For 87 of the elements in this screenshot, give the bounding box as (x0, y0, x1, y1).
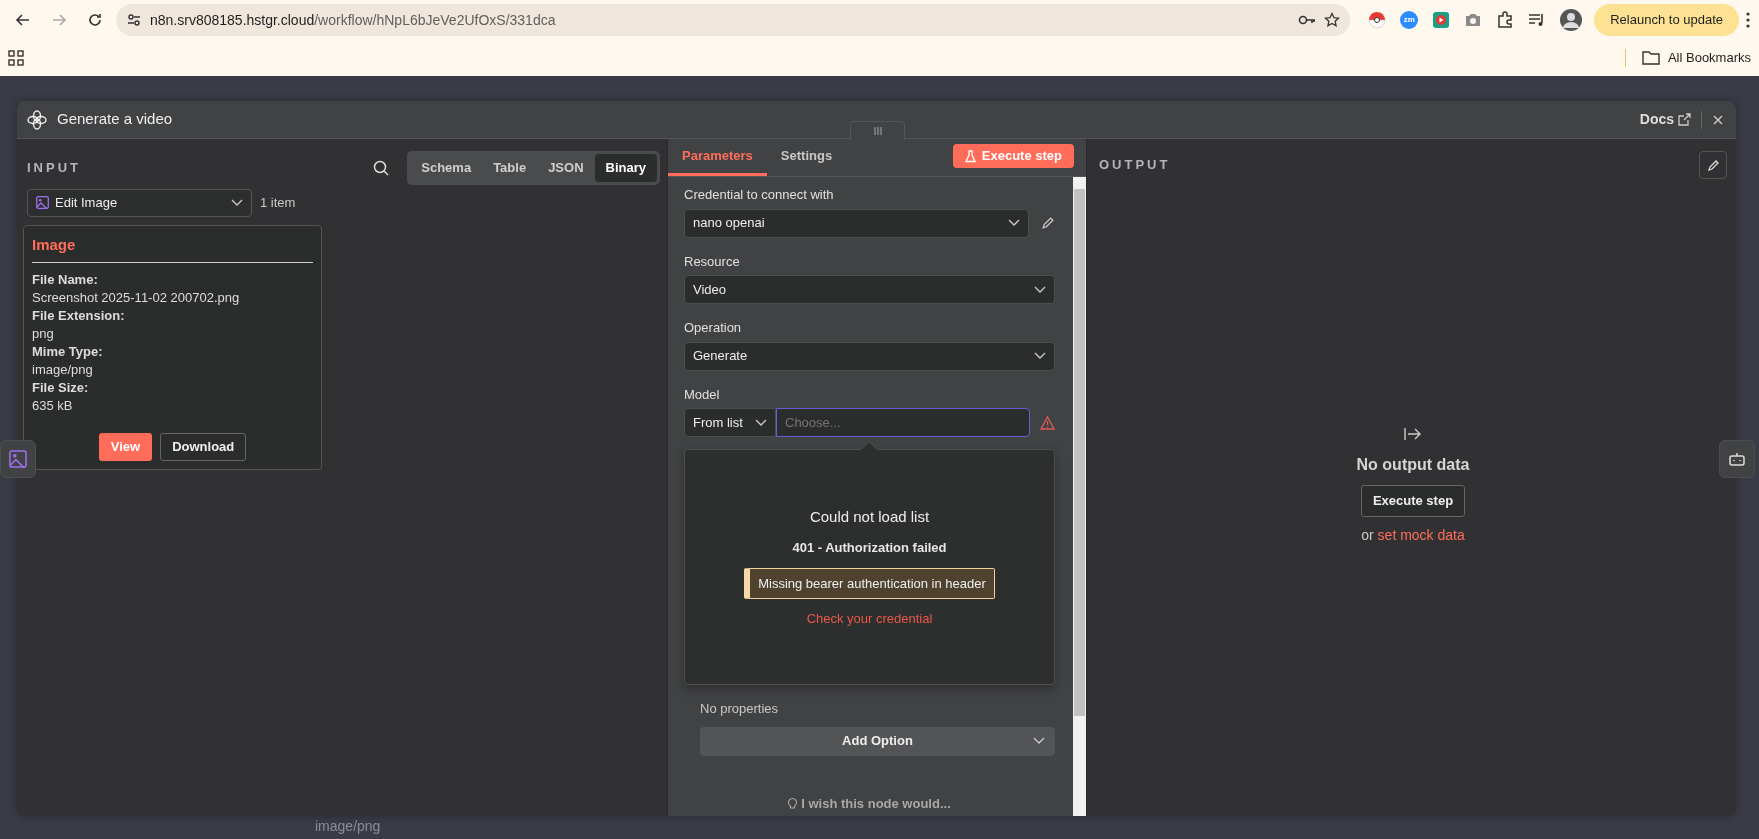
robot-icon (1728, 451, 1746, 467)
field-value: 635 kB (32, 397, 74, 415)
field-label: Mime Type: (32, 343, 104, 361)
field-value: png (32, 325, 55, 343)
background-text: image/png (315, 817, 381, 836)
logo-icon (27, 109, 47, 130)
model-input[interactable]: Choose... (776, 408, 1030, 437)
view-tab[interactable]: Binary (594, 154, 657, 182)
assistant-button[interactable] (1719, 440, 1755, 478)
drag-handle[interactable] (850, 121, 905, 140)
chevron-down-icon (231, 198, 243, 207)
panel-tab[interactable]: Parameters (668, 139, 767, 176)
pencil-icon[interactable] (1041, 216, 1055, 230)
reload-icon (87, 12, 103, 28)
download-button[interactable]: Download (160, 433, 247, 461)
item-count: 1 item (260, 193, 296, 212)
url-host: n8n.srv808185.hstgr.cloud (150, 11, 315, 28)
back-arrow-icon (15, 12, 31, 28)
node-select[interactable]: Edit Image (27, 188, 252, 217)
mock-data-hint: or set mock data (1361, 525, 1465, 545)
star-icon[interactable] (1324, 12, 1341, 28)
docs-link[interactable]: Docs (1639, 109, 1674, 130)
puzzle-icon[interactable] (1496, 11, 1515, 29)
chevron-down-icon (1034, 285, 1046, 294)
avatar-icon[interactable] (1560, 9, 1583, 31)
chevron-down-icon (1008, 219, 1020, 227)
field-value: image/png (32, 361, 94, 379)
dialog-title: Generate a video (57, 109, 173, 130)
key-icon[interactable] (1298, 13, 1317, 27)
close-icon[interactable] (1712, 113, 1724, 126)
field-label: File Extension: (32, 307, 126, 325)
grip-icon (873, 127, 882, 135)
site-info-icon[interactable] (126, 12, 142, 28)
arrow-right-icon (1404, 427, 1422, 441)
card-title: Image (32, 233, 313, 263)
field-label: File Size: (32, 379, 90, 397)
apps-grid-icon[interactable] (8, 50, 24, 66)
field-label: File Name: (32, 271, 99, 289)
chevron-down-icon (1034, 352, 1046, 360)
options-note: No properties (700, 700, 780, 718)
warning-icon (1040, 415, 1055, 430)
field-label: Operation (684, 319, 743, 337)
more-icon[interactable] (1745, 11, 1751, 29)
select-field[interactable]: Video (684, 275, 1055, 304)
credential-link[interactable]: Check your credential (806, 609, 933, 629)
address-bar[interactable]: n8n.srv808185.hstgr.cloud/workflow/hNpL6bJeVe2UfOxS/331dca (116, 4, 1351, 36)
url-path: /workflow/hNpL6bJeVe2UfOxS/331dca (314, 11, 556, 28)
search-icon[interactable] (373, 159, 390, 176)
image-icon (36, 196, 49, 209)
view-tab[interactable]: Table (482, 154, 538, 182)
mock-data-link[interactable]: set mock data (1377, 526, 1465, 543)
field-value: Screenshot 2025-11-02 200702.png (32, 289, 241, 307)
mode-select[interactable]: From list (684, 408, 776, 437)
error-title: Could not load list (809, 506, 930, 527)
add-option-button[interactable]: Add Option (700, 726, 1055, 756)
chevron-down-icon (755, 418, 767, 427)
empty-title: No output data (1356, 455, 1470, 475)
field-label: Credential to connect with (684, 186, 835, 204)
panel-tab[interactable]: Settings (766, 139, 847, 176)
panel-heading: INPUT (27, 159, 81, 177)
external-link-icon (1678, 113, 1691, 126)
edit-button[interactable] (1699, 151, 1727, 179)
select-field[interactable]: Generate (684, 341, 1055, 371)
view-tab[interactable]: JSON (537, 154, 595, 182)
image-button[interactable] (0, 440, 36, 478)
error-code: 401 - Authorization failed (792, 539, 947, 557)
folder-icon[interactable] (1641, 51, 1660, 65)
execute-step-button[interactable]: Execute step (1360, 485, 1466, 517)
chevron-down-icon (1033, 737, 1045, 745)
error-message: Missing bearer authentication in header (744, 567, 995, 599)
panel-heading: OUTPUT (1099, 156, 1171, 175)
bookmarks-link[interactable]: All Bookmarks (1667, 48, 1751, 68)
view-tab[interactable]: Schema (410, 154, 483, 182)
ball-extension-icon[interactable] (1368, 11, 1387, 29)
select-field[interactable]: nano openai (684, 208, 1029, 238)
relaunch-button[interactable]: Relaunch to update (1594, 4, 1739, 36)
lightbulb-icon (788, 796, 798, 810)
flask-icon (964, 149, 976, 163)
forward-arrow-icon (51, 12, 67, 28)
pencil-icon (1706, 158, 1720, 172)
image-icon (9, 450, 27, 468)
scrollbar[interactable] (1073, 177, 1086, 816)
field-label: Resource (684, 252, 741, 271)
feedback-link[interactable]: I wish this node would... (801, 793, 951, 813)
field-label: Model (684, 385, 721, 404)
play-extension-icon[interactable] (1432, 11, 1451, 29)
camera-icon[interactable] (1464, 12, 1483, 28)
